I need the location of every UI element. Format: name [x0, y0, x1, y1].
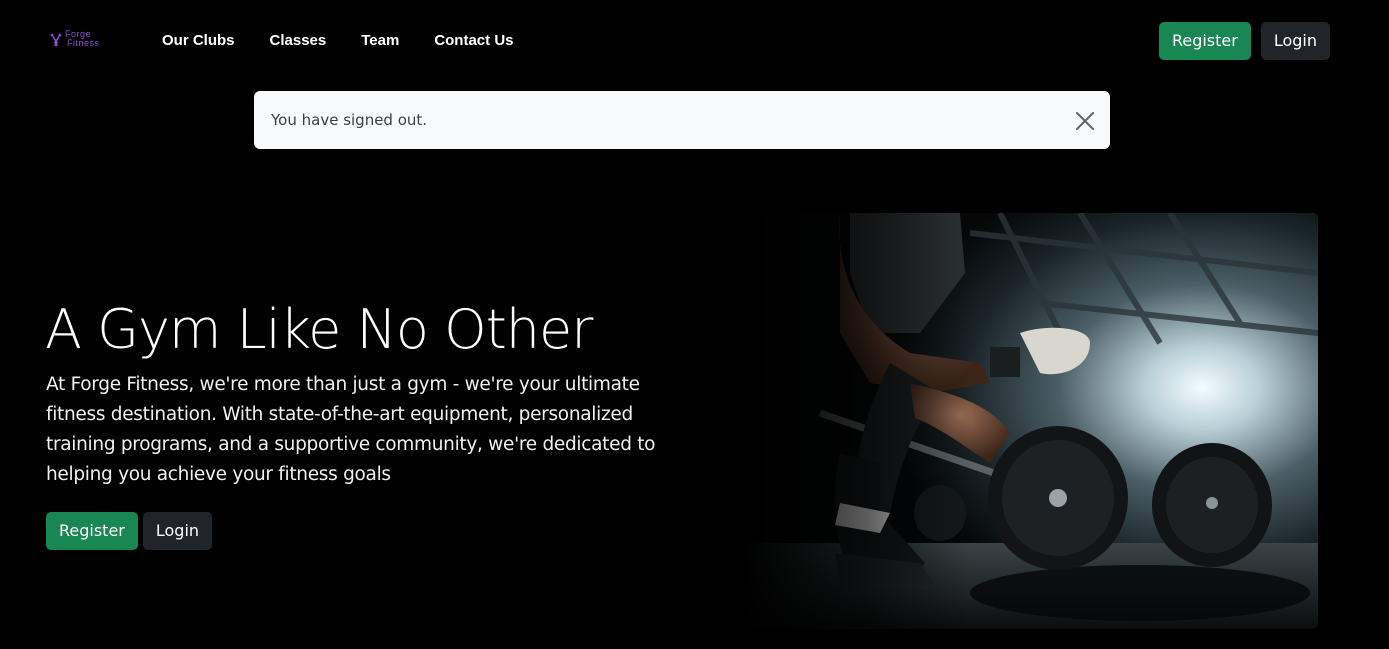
nav-link-contact-us[interactable]: Contact Us — [434, 31, 513, 51]
hero-description: At Forge Fitness, we're more than just a… — [46, 374, 656, 485]
signout-alert: You have signed out. — [254, 91, 1110, 149]
weightlifter-photo — [740, 213, 1318, 629]
brand-name: Forge Fitness — [65, 30, 125, 48]
hero-image — [740, 213, 1318, 629]
hero-title: A Gym Like No Other — [45, 298, 593, 361]
nav-link-team[interactable]: Team — [361, 31, 399, 51]
alert-message: You have signed out. — [271, 111, 428, 129]
nav-link-classes[interactable]: Classes — [270, 31, 327, 51]
hero-actions: Register Login — [46, 512, 213, 550]
nav-login-button[interactable]: Login — [1260, 22, 1330, 60]
hero-login-button[interactable]: Login — [142, 512, 213, 550]
dumbbell-icon — [50, 33, 62, 46]
nav-links: Our Clubs Classes Team Contact Us — [162, 31, 549, 51]
brand-name-line2: Fitness — [67, 38, 100, 48]
brand-logo[interactable]: Forge Fitness — [50, 30, 124, 52]
close-icon[interactable] — [1074, 110, 1096, 132]
hero-register-button[interactable]: Register — [46, 512, 138, 550]
nav-actions: Register Login — [1158, 22, 1330, 60]
nav-register-button[interactable]: Register — [1158, 22, 1251, 60]
nav-link-our-clubs[interactable]: Our Clubs — [162, 31, 235, 51]
page: Forge Fitness Our Clubs Classes Team Con… — [0, 0, 1389, 649]
navbar: Forge Fitness Our Clubs Classes Team Con… — [0, 0, 1389, 84]
